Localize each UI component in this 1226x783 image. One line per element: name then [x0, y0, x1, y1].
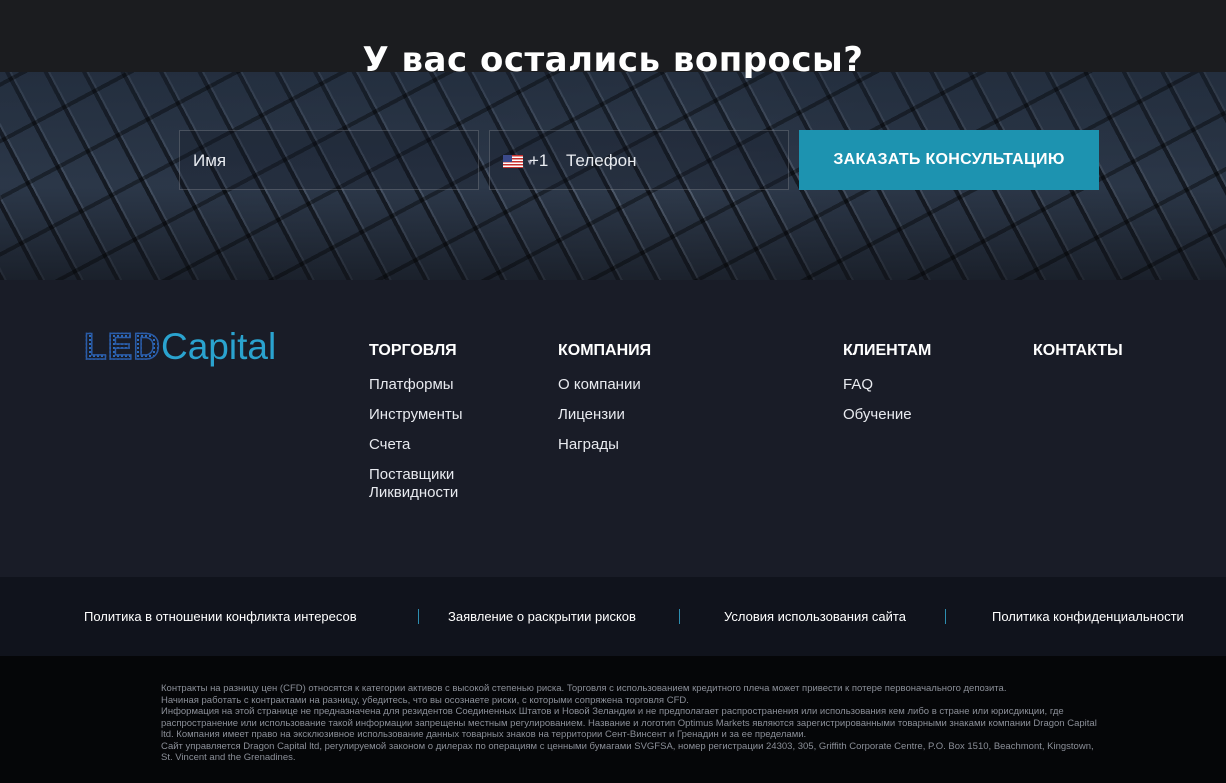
column-title-clients: КЛИЕНТАМ — [843, 342, 932, 359]
column-title-company: КОМПАНИЯ — [558, 342, 652, 359]
order-consultation-button[interactable]: ЗАКАЗАТЬ КОНСУЛЬТАЦИЮ — [799, 130, 1099, 190]
link-accounts[interactable]: Счета — [369, 436, 509, 454]
link-awards[interactable]: Награды — [558, 436, 651, 454]
disclaimer-text: Контракты на разницу цен (CFD) относятся… — [161, 683, 1101, 764]
logo-capital-text: Capital — [161, 326, 277, 367]
link-privacy-policy[interactable]: Политика конфиденциальности — [992, 609, 1184, 624]
divider — [945, 609, 946, 624]
risk-disclaimer: Контракты на разницу цен (CFD) относятся… — [0, 656, 1226, 783]
disclaimer-line: Начиная работать с контрактами на разниц… — [161, 694, 689, 706]
logo-led-text: LED — [83, 326, 161, 368]
link-education[interactable]: Обучение — [843, 406, 931, 424]
phone-field[interactable]: ▼ +1 Телефон — [489, 130, 789, 190]
link-liquidity-providers[interactable]: Поставщики Ликвидности — [369, 466, 509, 502]
disclaimer-line: Контракты на разницу цен (CFD) относятся… — [161, 683, 1007, 694]
divider — [418, 609, 419, 624]
footer-column-company: КОМПАНИЯ О компании Лицензии Награды — [558, 342, 651, 466]
site-footer: LEDCapital ТОРГОВЛЯ Платформы Инструмент… — [0, 280, 1226, 577]
divider — [679, 609, 680, 624]
link-platforms[interactable]: Платформы — [369, 376, 509, 394]
link-about[interactable]: О компании — [558, 376, 651, 394]
footer-column-trading: ТОРГОВЛЯ Платформы Инструменты Счета Пос… — [369, 342, 509, 514]
column-title-contacts[interactable]: КОНТАКТЫ — [1033, 342, 1123, 360]
hero-title: У вас остались вопросы? — [362, 40, 864, 80]
link-conflict-of-interest-policy[interactable]: Политика в отношении конфликта интересов — [84, 609, 357, 624]
disclaimer-line: Информация на этой странице не предназна… — [161, 706, 1097, 740]
phone-placeholder: Телефон — [566, 151, 637, 170]
ledcapital-logo[interactable]: LEDCapital — [83, 326, 277, 368]
link-risk-disclosure[interactable]: Заявление о раскрытии рисков — [448, 609, 636, 624]
link-instruments[interactable]: Инструменты — [369, 406, 509, 424]
link-faq[interactable]: FAQ — [843, 376, 931, 394]
footer-column-clients: КЛИЕНТАМ FAQ Обучение — [843, 342, 931, 436]
column-title-trading: ТОРГОВЛЯ — [369, 342, 457, 359]
footer-column-contacts: КОНТАКТЫ — [1033, 342, 1123, 376]
phone-country-code: +1 — [529, 151, 549, 170]
disclaimer-line: Сайт управляется Dragon Capital ltd, рег… — [161, 740, 1094, 764]
name-placeholder: Имя — [193, 151, 227, 170]
consultation-hero: У вас остались вопросы? Имя ▼ +1 Телефон… — [0, 0, 1226, 280]
link-licenses[interactable]: Лицензии — [558, 406, 651, 424]
link-terms-of-use[interactable]: Условия использования сайта — [724, 609, 906, 624]
name-field[interactable]: Имя — [179, 130, 479, 190]
us-flag-icon[interactable] — [503, 155, 523, 168]
policy-links-bar: Политика в отношении конфликта интересов… — [0, 577, 1226, 656]
